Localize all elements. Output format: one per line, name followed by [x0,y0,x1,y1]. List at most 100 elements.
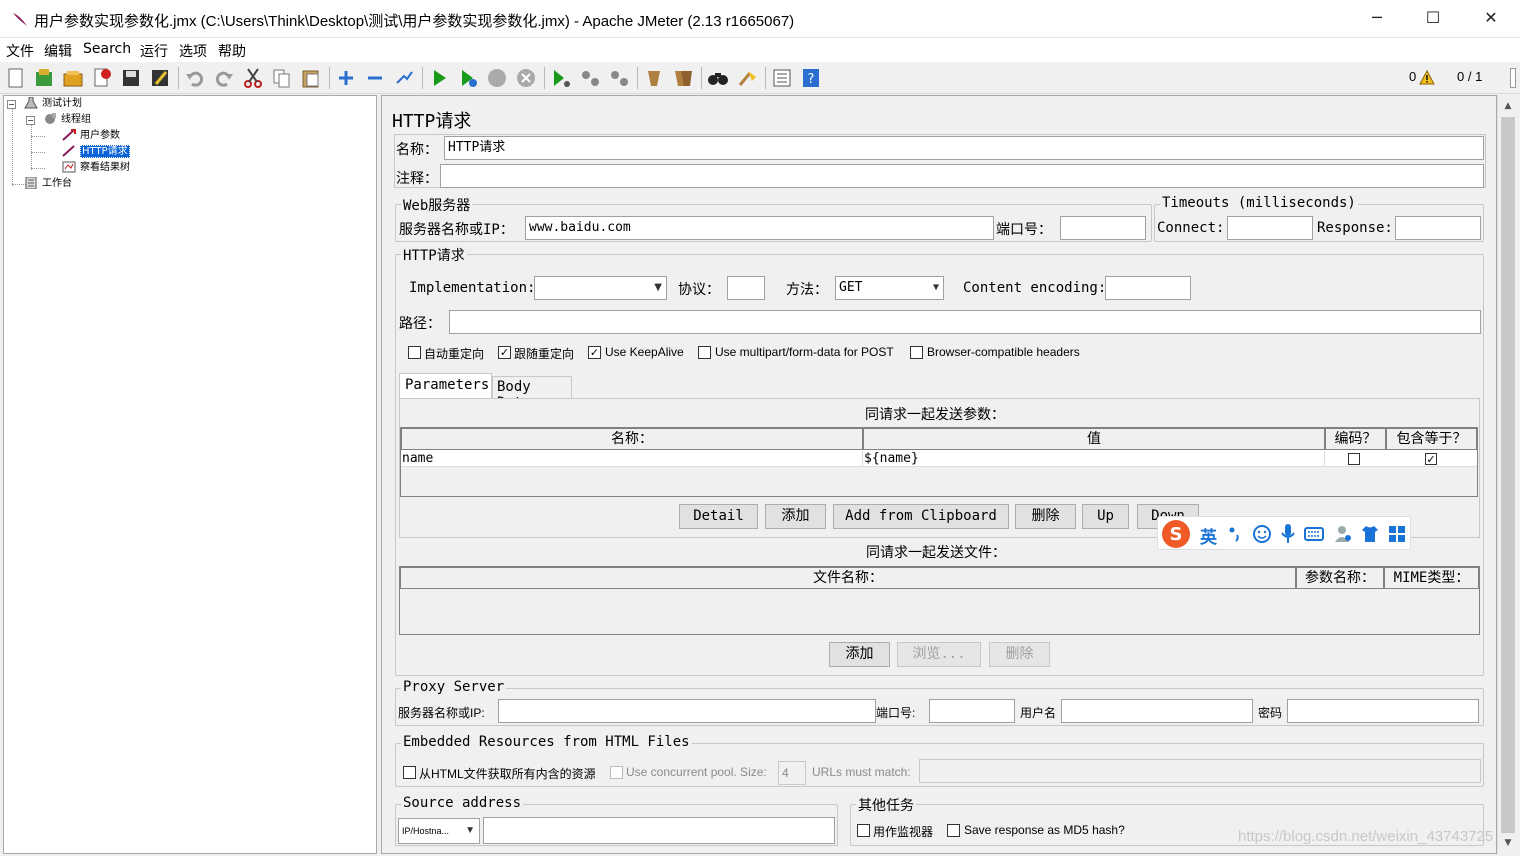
function-helper-icon[interactable] [771,67,793,89]
remote-start-icon[interactable] [550,67,572,89]
warning-icon[interactable] [1419,70,1435,85]
source-type-select[interactable]: IP/Hostna... ▼ [398,818,480,844]
keepalive-checkbox[interactable]: ✓ [588,346,601,359]
user-icon[interactable] [1333,524,1353,544]
toolbox-icon[interactable] [1387,524,1407,544]
delete-file-button[interactable]: 删除 [989,642,1050,667]
collapse-toggle[interactable]: − [7,100,16,109]
add-file-button[interactable]: 添加 [829,642,890,667]
tree-node-test-plan[interactable]: 测试计划 [24,97,82,111]
tree-node-result-tree[interactable]: 察看结果树 [62,161,130,175]
cut-icon[interactable] [242,67,264,89]
server-input[interactable]: www.baidu.com [525,216,994,240]
port-input[interactable] [1060,216,1146,240]
undo-icon[interactable] [184,67,206,89]
proxy-password-input[interactable] [1287,699,1479,723]
reset-search-icon[interactable] [736,67,758,89]
start-no-pauses-icon[interactable] [457,67,479,89]
files-header-mime[interactable]: MIME类型： [1384,567,1479,589]
add-param-button[interactable]: 添加 [765,504,826,529]
implementation-select[interactable]: ▼ [534,276,667,300]
path-input[interactable] [449,310,1481,334]
emoji-icon[interactable] [1252,524,1272,544]
name-input[interactable]: HTTP请求 [444,136,1484,160]
comment-input[interactable] [440,164,1484,188]
clear-icon[interactable] [643,67,665,89]
templates-icon[interactable] [33,67,55,89]
proxy-user-input[interactable] [1061,699,1253,723]
scrollbar-thumb[interactable] [1501,117,1515,833]
detail-button[interactable]: Detail [679,504,758,529]
collapse-all-icon[interactable] [364,67,386,89]
browse-button[interactable]: 浏览... [897,642,981,667]
param-encode-checkbox[interactable] [1348,453,1360,465]
scroll-up-icon[interactable]: ▲ [1498,97,1518,115]
toggle-icon[interactable] [393,67,415,89]
browser-headers-checkbox[interactable] [910,346,923,359]
microphone-icon[interactable] [1280,523,1296,545]
response-input[interactable] [1395,216,1481,240]
tab-body-data[interactable]: Body Data [492,376,572,411]
use-as-monitor-checkbox[interactable] [857,824,870,837]
save-icon[interactable] [120,67,142,89]
vertical-scrollbar[interactable]: ▲ ▼ [1497,95,1517,854]
menu-edit[interactable]: 编辑 [44,41,72,61]
delete-param-button[interactable]: 删除 [1015,504,1076,529]
pool-size-input[interactable]: 4 [778,761,806,785]
up-button[interactable]: Up [1082,504,1129,529]
encoding-input[interactable] [1105,276,1191,300]
expand-all-icon[interactable] [335,67,357,89]
save-as-icon[interactable] [149,67,171,89]
tree-node-http-request[interactable]: HTTP请求 [62,145,130,159]
follow-redirect-checkbox[interactable]: ✓ [498,346,511,359]
auto-redirect-checkbox[interactable] [408,346,421,359]
param-name-cell[interactable]: name [402,451,863,466]
minimize-button[interactable]: ─ [1348,0,1406,36]
source-address-input[interactable] [483,817,835,844]
menu-run[interactable]: 运行 [140,41,168,61]
keyboard-icon[interactable] [1304,526,1324,542]
skin-icon[interactable] [1360,524,1380,544]
stop-icon[interactable] [486,67,508,89]
shutdown-icon[interactable] [515,67,537,89]
redo-icon[interactable] [213,67,235,89]
ime-language[interactable]: 英 [1200,523,1217,548]
params-header-encode[interactable]: 编码？ [1325,428,1386,450]
paste-icon[interactable] [300,67,322,89]
menu-file[interactable]: 文件 [6,41,34,61]
method-select[interactable]: GET ▼ [835,276,944,300]
copy-icon[interactable] [271,67,293,89]
params-header-name[interactable]: 名称： [401,428,863,450]
start-icon[interactable] [428,67,450,89]
tree-node-user-params[interactable]: 用户参数 [62,129,120,143]
remote-stop-icon[interactable] [579,67,601,89]
menu-search[interactable]: Search [83,41,131,57]
collapse-toggle[interactable]: − [26,116,35,125]
add-from-clipboard-button[interactable]: Add from Clipboard [833,504,1009,529]
open-icon[interactable] [62,67,84,89]
close-file-icon[interactable] [91,67,113,89]
files-header-param[interactable]: 参数名称： [1296,567,1384,589]
tree-node-thread-group[interactable]: 线程组 [43,113,91,127]
proxy-port-input[interactable] [929,699,1015,723]
remote-exit-icon[interactable] [608,67,630,89]
param-include-equals-checkbox[interactable]: ✓ [1425,453,1437,465]
maximize-button[interactable]: ☐ [1404,0,1462,36]
connect-input[interactable] [1227,216,1313,240]
protocol-input[interactable] [727,276,765,300]
param-value-cell[interactable]: ${name} [864,451,1325,466]
urls-match-input[interactable] [919,759,1481,783]
tree-node-workbench[interactable]: 工作台 [24,177,72,191]
new-icon[interactable] [5,67,27,89]
menu-options[interactable]: 选项 [179,41,207,61]
params-header-value[interactable]: 值 [863,428,1325,450]
params-header-include-equals[interactable]: 包含等于？ [1386,428,1477,450]
sogou-logo-icon[interactable]: S [1160,518,1192,550]
files-header-name[interactable]: 文件名称： [400,567,1296,589]
punctuation-icon[interactable] [1228,526,1242,542]
retrieve-resources-checkbox[interactable] [403,766,416,779]
search-icon[interactable] [707,67,729,89]
close-button[interactable]: ✕ [1462,0,1520,36]
help-icon[interactable]: ? [800,67,822,89]
multipart-checkbox[interactable] [698,346,711,359]
